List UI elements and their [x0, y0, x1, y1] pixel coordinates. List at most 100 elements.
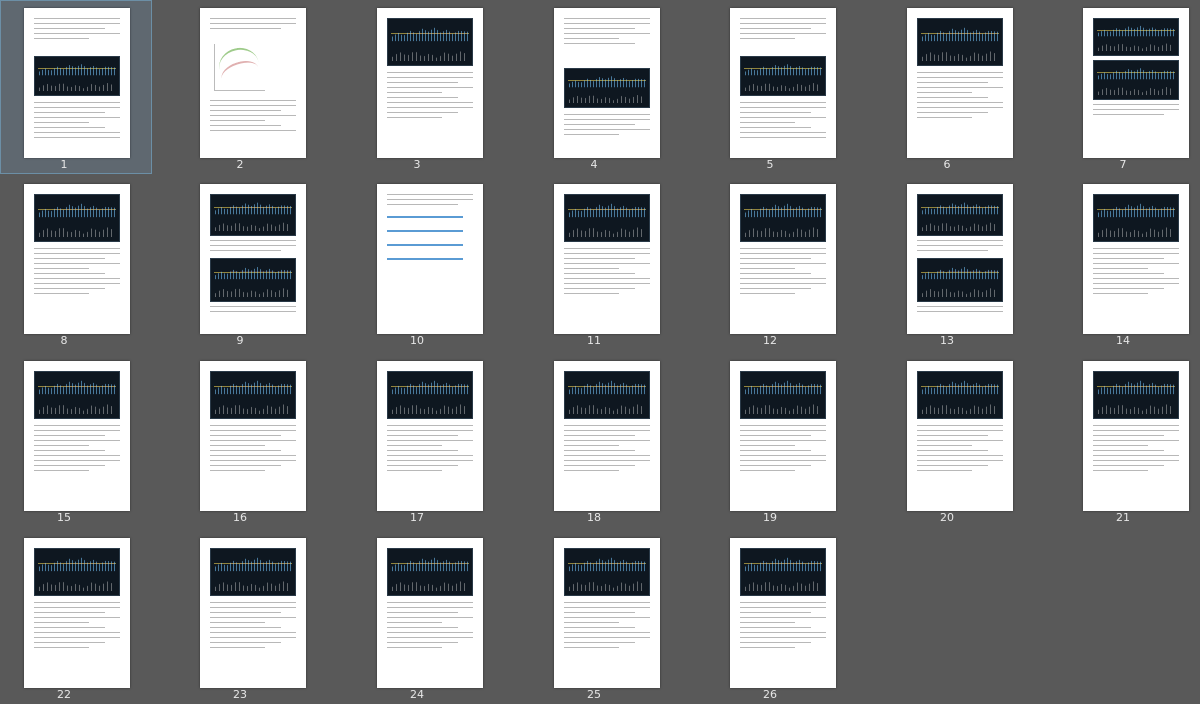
text-lines [210, 240, 296, 255]
page-preview[interactable] [907, 8, 1013, 158]
page-preview[interactable] [200, 361, 306, 511]
trend-sketch [214, 44, 265, 91]
page-preview[interactable] [377, 538, 483, 688]
text-lines [387, 425, 473, 475]
text-lines [917, 306, 1003, 316]
page-number-label: 11 [587, 334, 601, 347]
page-preview[interactable] [24, 184, 130, 334]
page-preview[interactable] [730, 361, 836, 511]
text-lines [917, 240, 1003, 255]
page-preview[interactable] [377, 184, 483, 334]
page-number-label: 4 [590, 158, 598, 171]
chart-image [210, 371, 296, 419]
text-lines [210, 602, 296, 652]
page-preview[interactable] [377, 8, 483, 158]
text-lines [34, 602, 120, 652]
hyperlink-line [387, 230, 463, 232]
chart-image [740, 371, 826, 419]
chart-image [34, 194, 120, 242]
page-preview[interactable] [24, 538, 130, 688]
text-lines [740, 18, 826, 43]
page-number-label: 9 [236, 334, 244, 347]
page-number-label: 20 [940, 511, 954, 524]
page-preview[interactable] [554, 538, 660, 688]
chart-image [387, 548, 473, 596]
chart-image [740, 548, 826, 596]
page-preview[interactable] [554, 8, 660, 158]
page-preview[interactable] [907, 361, 1013, 511]
chart-image [564, 68, 650, 108]
page-number-label: 15 [57, 511, 71, 524]
text-lines [740, 425, 826, 475]
page-preview[interactable] [1083, 361, 1189, 511]
page-preview[interactable] [907, 184, 1013, 334]
page-preview[interactable] [1083, 8, 1189, 158]
page-preview[interactable] [730, 184, 836, 334]
chart-image [387, 371, 473, 419]
page-preview[interactable] [554, 361, 660, 511]
chart-image [564, 194, 650, 242]
page-number-label: 8 [60, 334, 68, 347]
page-preview[interactable] [200, 538, 306, 688]
chart-image [917, 194, 1003, 236]
page-preview[interactable] [24, 8, 130, 158]
page-preview[interactable] [730, 538, 836, 688]
hyperlink-line [387, 258, 463, 260]
page-preview[interactable] [200, 8, 306, 158]
page-number-label: 2 [236, 158, 244, 171]
chart-image [210, 194, 296, 236]
hyperlink-line [387, 244, 463, 246]
text-lines [387, 602, 473, 652]
hyperlink-line [387, 216, 463, 218]
text-lines [1093, 425, 1179, 475]
page-number-label: 14 [1116, 334, 1130, 347]
text-lines [34, 425, 120, 475]
page-preview[interactable] [200, 184, 306, 334]
page-preview[interactable] [24, 361, 130, 511]
text-lines [210, 306, 296, 316]
page-number-label: 22 [57, 688, 71, 701]
page-number-label: 19 [763, 511, 777, 524]
page-number-label: 7 [1119, 158, 1127, 171]
text-lines [210, 18, 296, 33]
page-number-label: 3 [413, 158, 421, 171]
chart-image [917, 371, 1003, 419]
chart-image [34, 56, 120, 96]
page-number-label: 12 [763, 334, 777, 347]
text-lines [740, 248, 826, 298]
page-number-label: 6 [943, 158, 951, 171]
text-lines [564, 18, 650, 48]
page-number-label: 24 [410, 688, 424, 701]
chart-image [387, 18, 473, 66]
chart-image [740, 194, 826, 242]
chart-image [210, 548, 296, 596]
page-number-label: 10 [410, 334, 424, 347]
chart-image [210, 258, 296, 302]
text-lines [34, 248, 120, 298]
page-preview[interactable] [554, 184, 660, 334]
page-preview[interactable] [730, 8, 836, 158]
chart-image [1093, 60, 1179, 100]
chart-image [1093, 18, 1179, 56]
page-number-label: 26 [763, 688, 777, 701]
page-number-label: 5 [766, 158, 774, 171]
chart-image [917, 18, 1003, 66]
page-number-label: 13 [940, 334, 954, 347]
text-lines [34, 102, 120, 142]
text-lines [387, 194, 473, 209]
text-lines [210, 425, 296, 475]
chart-image [740, 56, 826, 96]
chart-image [34, 371, 120, 419]
text-lines [1093, 104, 1179, 119]
page-number-label: 21 [1116, 511, 1130, 524]
chart-image [917, 258, 1003, 302]
chart-image [34, 548, 120, 596]
text-lines [387, 72, 473, 122]
page-preview[interactable] [1083, 184, 1189, 334]
page-preview[interactable] [377, 361, 483, 511]
chart-image [1093, 371, 1179, 419]
text-lines [740, 602, 826, 652]
text-lines [917, 72, 1003, 122]
text-lines [564, 114, 650, 139]
page-number-label: 1 [60, 158, 68, 171]
